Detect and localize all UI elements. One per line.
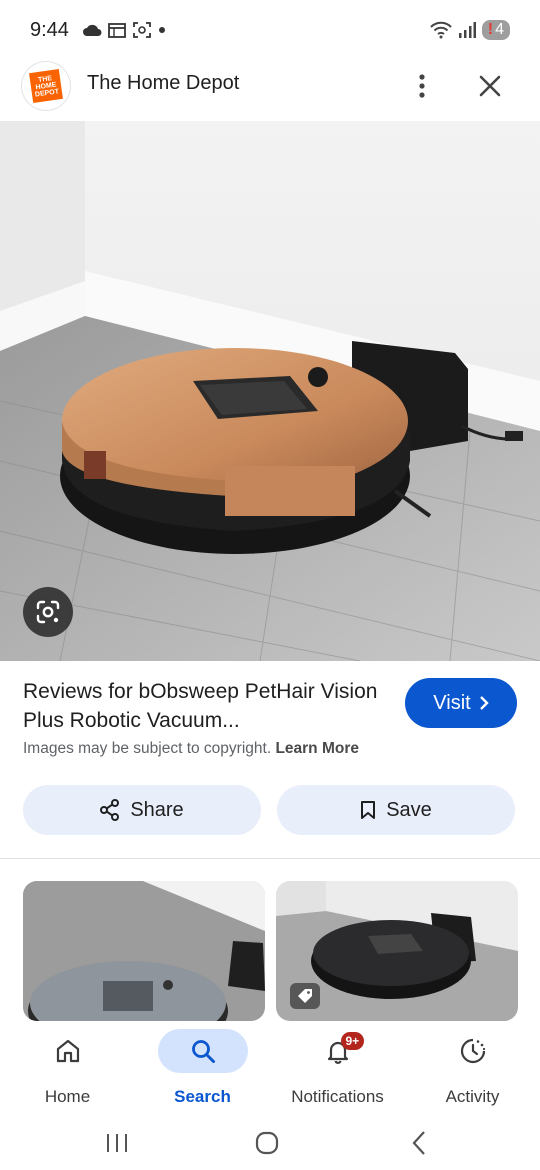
signal-icon bbox=[458, 22, 476, 38]
logo-mark: THE HOME DEPOT bbox=[29, 69, 63, 103]
nav-search-label: Search bbox=[174, 1087, 231, 1106]
share-label: Share bbox=[130, 798, 184, 821]
visit-button[interactable]: Visit bbox=[405, 678, 517, 728]
system-home-icon bbox=[255, 1131, 279, 1155]
share-button[interactable]: Share bbox=[23, 785, 261, 835]
nav-activity-icon-wrap bbox=[428, 1029, 518, 1073]
nav-activity-label: Activity bbox=[445, 1087, 500, 1106]
copyright-notice: Images may be subject to copyright. Lear… bbox=[23, 740, 359, 758]
section-divider bbox=[0, 858, 540, 859]
status-icons-left bbox=[82, 21, 166, 39]
battery-alert: ! bbox=[487, 21, 494, 38]
screenshot-icon bbox=[133, 22, 151, 38]
site-title[interactable]: The Home Depot bbox=[87, 72, 239, 95]
notifications-badge: 9+ bbox=[340, 1032, 365, 1050]
visit-label: Visit bbox=[433, 691, 471, 714]
nav-home-label: Home bbox=[44, 1087, 91, 1106]
back-icon bbox=[412, 1131, 425, 1155]
status-time: 9:44 bbox=[30, 19, 69, 41]
status-icons-right: ! 4 bbox=[430, 20, 510, 40]
bottom-navigation: Home Search 9+ Notifications Activity bbox=[0, 1023, 540, 1115]
dot-icon bbox=[159, 27, 165, 33]
learn-more-link[interactable]: Learn More bbox=[275, 740, 359, 757]
system-home-button[interactable] bbox=[237, 1123, 297, 1163]
nav-home-icon-wrap bbox=[23, 1029, 113, 1073]
wifi-icon bbox=[430, 21, 452, 39]
product-tag-badge[interactable] bbox=[290, 983, 320, 1009]
calendar-icon bbox=[108, 23, 126, 38]
save-button[interactable]: Save bbox=[277, 785, 515, 835]
save-label: Save bbox=[386, 798, 432, 821]
back-button[interactable] bbox=[389, 1123, 449, 1163]
bookmark-icon bbox=[361, 801, 376, 819]
result-title[interactable]: Reviews for bObsweep PetHair Vision Plus… bbox=[23, 677, 383, 735]
more-vert-icon bbox=[419, 74, 425, 98]
related-image-1[interactable] bbox=[23, 881, 265, 1021]
recent-apps-button[interactable] bbox=[87, 1123, 147, 1163]
nav-search[interactable]: Search bbox=[135, 1029, 270, 1115]
gray-robot-vacuum-photo bbox=[23, 881, 265, 1021]
search-icon bbox=[191, 1040, 215, 1063]
nav-notifications[interactable]: 9+ Notifications bbox=[270, 1029, 405, 1115]
home-depot-logo[interactable]: THE HOME DEPOT bbox=[22, 62, 70, 110]
nav-notifications-label: Notifications bbox=[291, 1087, 384, 1106]
google-lens-button[interactable] bbox=[23, 587, 73, 637]
related-image-2[interactable] bbox=[276, 881, 518, 1021]
nav-notifications-icon-wrap: 9+ bbox=[293, 1029, 383, 1073]
close-icon bbox=[479, 75, 501, 97]
more-options-button[interactable] bbox=[404, 66, 440, 106]
tag-icon bbox=[298, 989, 312, 1003]
source-header: THE HOME DEPOT The Home Depot bbox=[0, 58, 540, 120]
chevron-right-icon bbox=[479, 696, 489, 710]
robot-vacuum-photo bbox=[0, 121, 540, 661]
copyright-text: Images may be subject to copyright. bbox=[23, 740, 272, 757]
cloud-icon bbox=[83, 24, 102, 36]
close-button[interactable] bbox=[470, 66, 510, 106]
battery-level: 4 bbox=[495, 21, 504, 38]
nav-search-icon-wrap bbox=[157, 1029, 248, 1073]
recent-apps-icon bbox=[107, 1134, 127, 1152]
lens-icon bbox=[36, 600, 60, 624]
product-image[interactable] bbox=[0, 121, 540, 661]
system-navigation-bar bbox=[0, 1115, 540, 1170]
nav-activity[interactable]: Activity bbox=[405, 1029, 540, 1115]
share-icon bbox=[100, 799, 120, 821]
battery-indicator: ! 4 bbox=[481, 20, 510, 40]
status-bar: 9:44 ! 4 bbox=[0, 0, 540, 62]
nav-home[interactable]: Home bbox=[0, 1029, 135, 1115]
activity-icon bbox=[460, 1038, 485, 1064]
home-icon bbox=[56, 1039, 79, 1063]
